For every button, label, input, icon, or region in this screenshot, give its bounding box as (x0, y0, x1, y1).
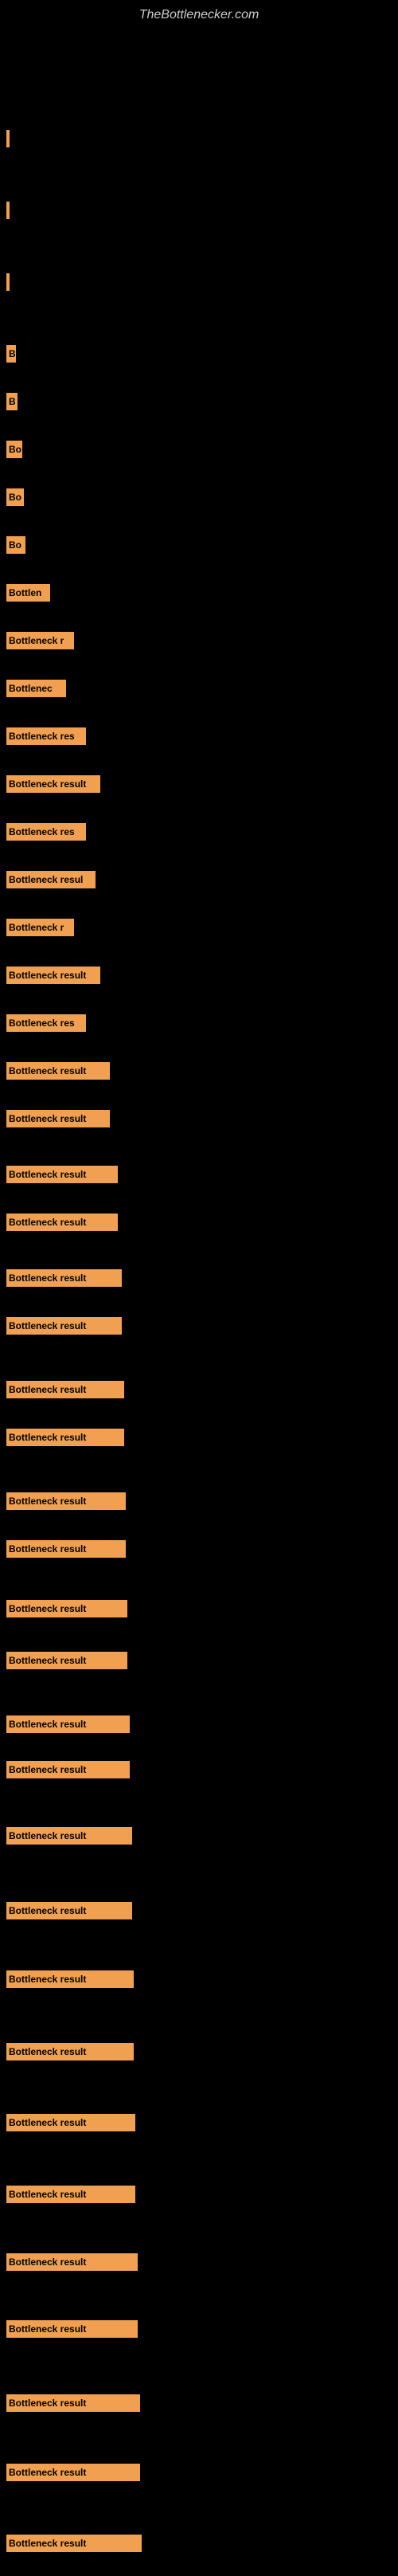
bar-row-32: Bottleneck result (6, 1761, 130, 1778)
bar-row-38: Bottleneck result (6, 2186, 135, 2203)
bar-row-40: Bottleneck result (6, 2320, 138, 2338)
bar-row-39: Bottleneck result (6, 2253, 138, 2271)
bar-row-11: Bottlenec (6, 680, 66, 697)
bar-row-13: Bottleneck result (6, 775, 100, 793)
bar-row-19: Bottleneck result (6, 1062, 110, 1080)
bar-row-9: Bottlen (6, 584, 50, 602)
bar-row-7: Bo (6, 488, 24, 506)
bar-row-4: B (6, 345, 16, 363)
bar-row-15: Bottleneck resul (6, 871, 96, 888)
bar-row-8: Bo (6, 536, 25, 554)
bar-row-29: Bottleneck result (6, 1600, 127, 1617)
bar-row-31: Bottleneck result (6, 1715, 130, 1733)
bar-row-5: B (6, 393, 18, 410)
bar-row-35: Bottleneck result (6, 1970, 134, 1988)
bar-row-21: Bottleneck result (6, 1166, 118, 1183)
bar-row-17: Bottleneck result (6, 966, 100, 984)
bar-row-30: Bottleneck result (6, 1652, 127, 1669)
bar-row-24: Bottleneck result (6, 1317, 122, 1335)
bar-row-26: Bottleneck result (6, 1429, 124, 1446)
bar-row-16: Bottleneck r (6, 919, 74, 936)
bar-row-33: Bottleneck result (6, 1827, 132, 1845)
bar-row-10: Bottleneck r (6, 632, 74, 649)
bar-row-42: Bottleneck result (6, 2464, 140, 2481)
bar-row-28: Bottleneck result (6, 1540, 126, 1558)
bar-row-25: Bottleneck result (6, 1381, 124, 1398)
bar-row-14: Bottleneck res (6, 823, 86, 841)
bar-row-2 (6, 202, 10, 219)
site-title: TheBottlenecker.com (0, 0, 398, 26)
bar-row-6: Bo (6, 441, 22, 458)
bar-row-18: Bottleneck res (6, 1014, 86, 1032)
site-title-container: TheBottlenecker.com (0, 0, 398, 26)
bar-row-37: Bottleneck result (6, 2114, 135, 2131)
bar-row-1 (6, 130, 10, 147)
bar-row-3 (6, 273, 10, 291)
bar-row-20: Bottleneck result (6, 1110, 110, 1127)
bar-row-12: Bottleneck res (6, 727, 86, 745)
bar-row-22: Bottleneck result (6, 1214, 118, 1231)
bar-row-23: Bottleneck result (6, 1269, 122, 1287)
bar-row-36: Bottleneck result (6, 2043, 134, 2060)
bar-row-27: Bottleneck result (6, 1492, 126, 1510)
bar-row-34: Bottleneck result (6, 1902, 132, 1919)
bar-row-41: Bottleneck result (6, 2394, 140, 2412)
